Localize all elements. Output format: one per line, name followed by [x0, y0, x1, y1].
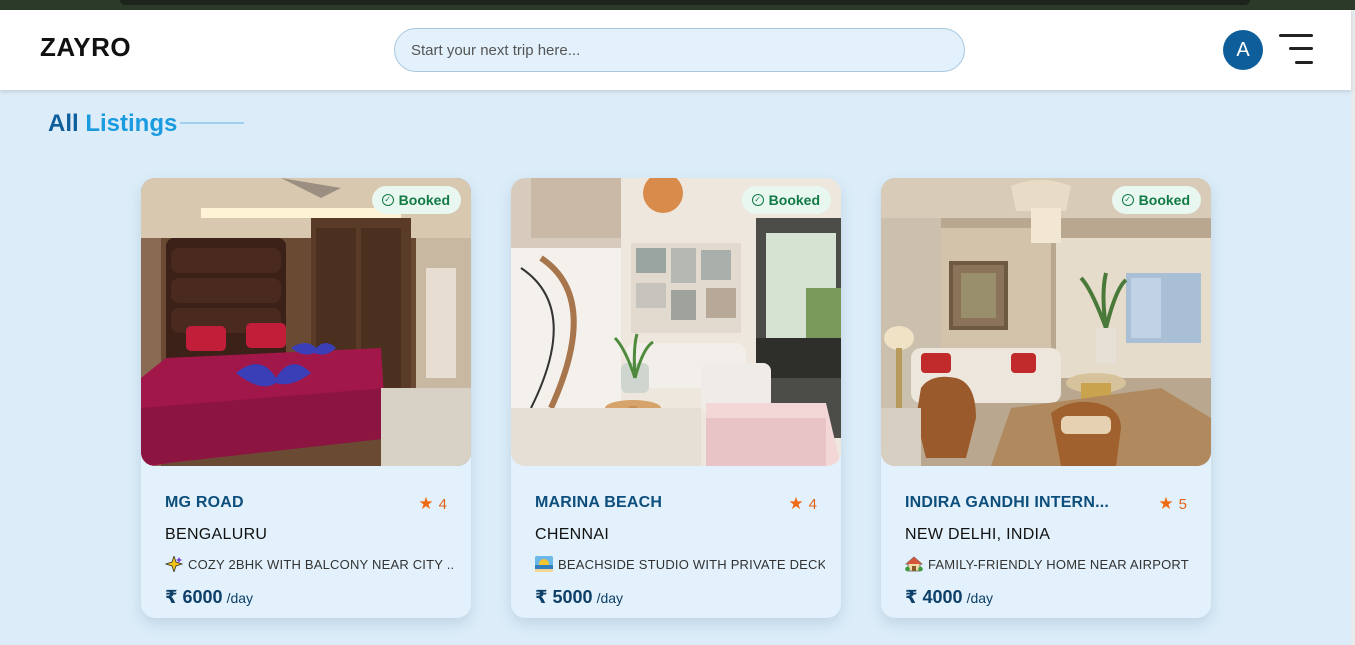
price-value: ₹ 5000	[535, 587, 593, 607]
listing-city: CHENNAI	[535, 526, 610, 543]
star-icon: ★	[418, 494, 434, 513]
listing-price: ₹ 4000/day	[905, 587, 993, 608]
listing-description: FAMILY-FRIENDLY HOME NEAR AIRPORT	[905, 556, 1195, 572]
listing-photo[interactable]: ✓ Booked	[511, 178, 841, 466]
status-badge: ✓ Booked	[741, 186, 831, 214]
rating-value: 4	[438, 495, 447, 513]
house-garden-icon	[905, 556, 923, 572]
listing-rating: ★ 4	[418, 494, 447, 514]
star-icon: ★	[1158, 494, 1174, 513]
listing-rating: ★ 5	[1158, 494, 1187, 514]
sparkle-icon	[165, 556, 183, 572]
hamburger-menu-icon[interactable]	[1277, 32, 1313, 68]
navbar: ZAYRO A	[0, 10, 1351, 90]
listing-photo[interactable]: ✓ Booked	[141, 178, 471, 466]
listing-city: NEW DELHI, INDIA	[905, 526, 1051, 543]
status-badge: ✓ Booked	[1111, 186, 1201, 214]
page-scrollbar[interactable]	[1351, 10, 1355, 645]
listing-description: BEACHSIDE STUDIO WITH PRIVATE DECK	[535, 556, 825, 572]
listing-rating: ★ 4	[788, 494, 817, 514]
listing-card[interactable]: ✓ Booked INDIRA GANDHI INTERN... ★ 5 NEW…	[881, 178, 1211, 618]
description-text: COZY 2BHK WITH BALCONY NEAR CITY ...	[188, 556, 455, 572]
listing-location[interactable]: MG ROAD	[165, 494, 244, 512]
listing-description: COZY 2BHK WITH BALCONY NEAR CITY ...	[165, 556, 455, 572]
price-unit: /day	[226, 590, 254, 606]
price-value: ₹ 4000	[905, 587, 963, 607]
star-icon: ★	[788, 494, 804, 513]
listing-card[interactable]: ✓ Booked MG ROAD ★ 4 BENGALURU COZY 2BHK…	[141, 178, 471, 618]
beach-sunset-icon	[535, 556, 553, 572]
page-title: All Listings	[48, 110, 177, 138]
user-avatar[interactable]: A	[1223, 30, 1263, 70]
description-text: BEACHSIDE STUDIO WITH PRIVATE DECK	[558, 556, 825, 572]
page-title-part2: Listings	[85, 110, 178, 137]
price-unit: /day	[596, 590, 624, 606]
status-label: Booked	[768, 192, 820, 208]
brand-logo[interactable]: ZAYRO	[40, 32, 131, 63]
listing-location[interactable]: MARINA BEACH	[535, 494, 662, 512]
check-circle-icon: ✓	[751, 194, 764, 206]
listing-location[interactable]: INDIRA GANDHI INTERN...	[905, 494, 1109, 512]
price-value: ₹ 6000	[165, 587, 223, 607]
title-underline	[180, 122, 244, 124]
search-input[interactable]	[394, 28, 965, 72]
page-title-part1: All	[48, 110, 79, 137]
check-circle-icon: ✓	[381, 194, 394, 206]
listing-photo[interactable]: ✓ Booked	[881, 178, 1211, 466]
check-circle-icon: ✓	[1121, 194, 1134, 206]
status-badge: ✓ Booked	[371, 186, 461, 214]
status-label: Booked	[1138, 192, 1190, 208]
listing-price: ₹ 6000/day	[165, 587, 253, 608]
listing-card[interactable]: ✓ Booked MARINA BEACH ★ 4 CHENNAI BEACHS…	[511, 178, 841, 618]
rating-value: 4	[808, 495, 817, 513]
status-label: Booked	[398, 192, 450, 208]
browser-top-strip	[0, 0, 1355, 10]
price-unit: /day	[966, 590, 994, 606]
rating-value: 5	[1178, 495, 1187, 513]
listing-price: ₹ 5000/day	[535, 587, 623, 608]
description-text: FAMILY-FRIENDLY HOME NEAR AIRPORT	[928, 556, 1189, 572]
listing-city: BENGALURU	[165, 526, 268, 543]
